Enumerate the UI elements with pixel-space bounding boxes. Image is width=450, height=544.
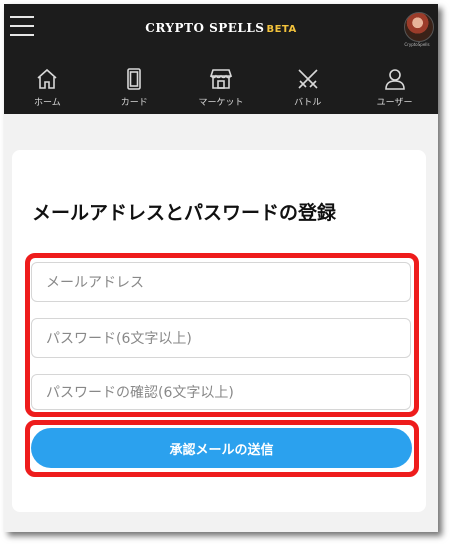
avatar[interactable] [404,12,434,42]
user-icon [384,69,405,90]
password-field[interactable]: パスワード(6文字以上) [31,318,411,358]
top-bar: CRYPTO SPELLS BETA CryptoSpells [4,4,438,58]
page-title: メールアドレスとパスワードの登録 [32,202,337,224]
nav-label-home: ホーム [34,98,61,108]
avatar-caption: CryptoSpells [404,42,430,47]
nav-label-market: マーケット [198,98,244,108]
nav-label-card: カード [120,98,148,108]
battle-icon [298,69,318,89]
beta-badge: BETA [266,24,297,35]
app-logo[interactable]: CRYPTO SPELLS BETA [4,21,438,35]
home-icon [37,68,57,89]
card-icon [127,68,141,90]
logo-text: CRYPTO SPELLS [145,21,265,35]
password-confirm-field[interactable]: パスワードの確認(6文字以上) [31,374,411,410]
nav-item-home[interactable]: ホーム [4,58,91,114]
email-field[interactable]: メールアドレス [31,262,411,302]
nav-label-user: ユーザー [376,98,413,108]
market-icon [209,69,233,89]
nav-label-battle: バトル [294,98,322,108]
main-nav: ホーム カード マーケット バトル ユーザー [4,58,438,114]
nav-item-battle[interactable]: バトル [264,58,351,114]
nav-item-user[interactable]: ユーザー [351,58,438,114]
nav-item-card[interactable]: カード [91,58,178,114]
send-confirmation-email-button[interactable]: 承認メールの送信 [31,428,412,468]
nav-item-market[interactable]: マーケット [178,58,265,114]
